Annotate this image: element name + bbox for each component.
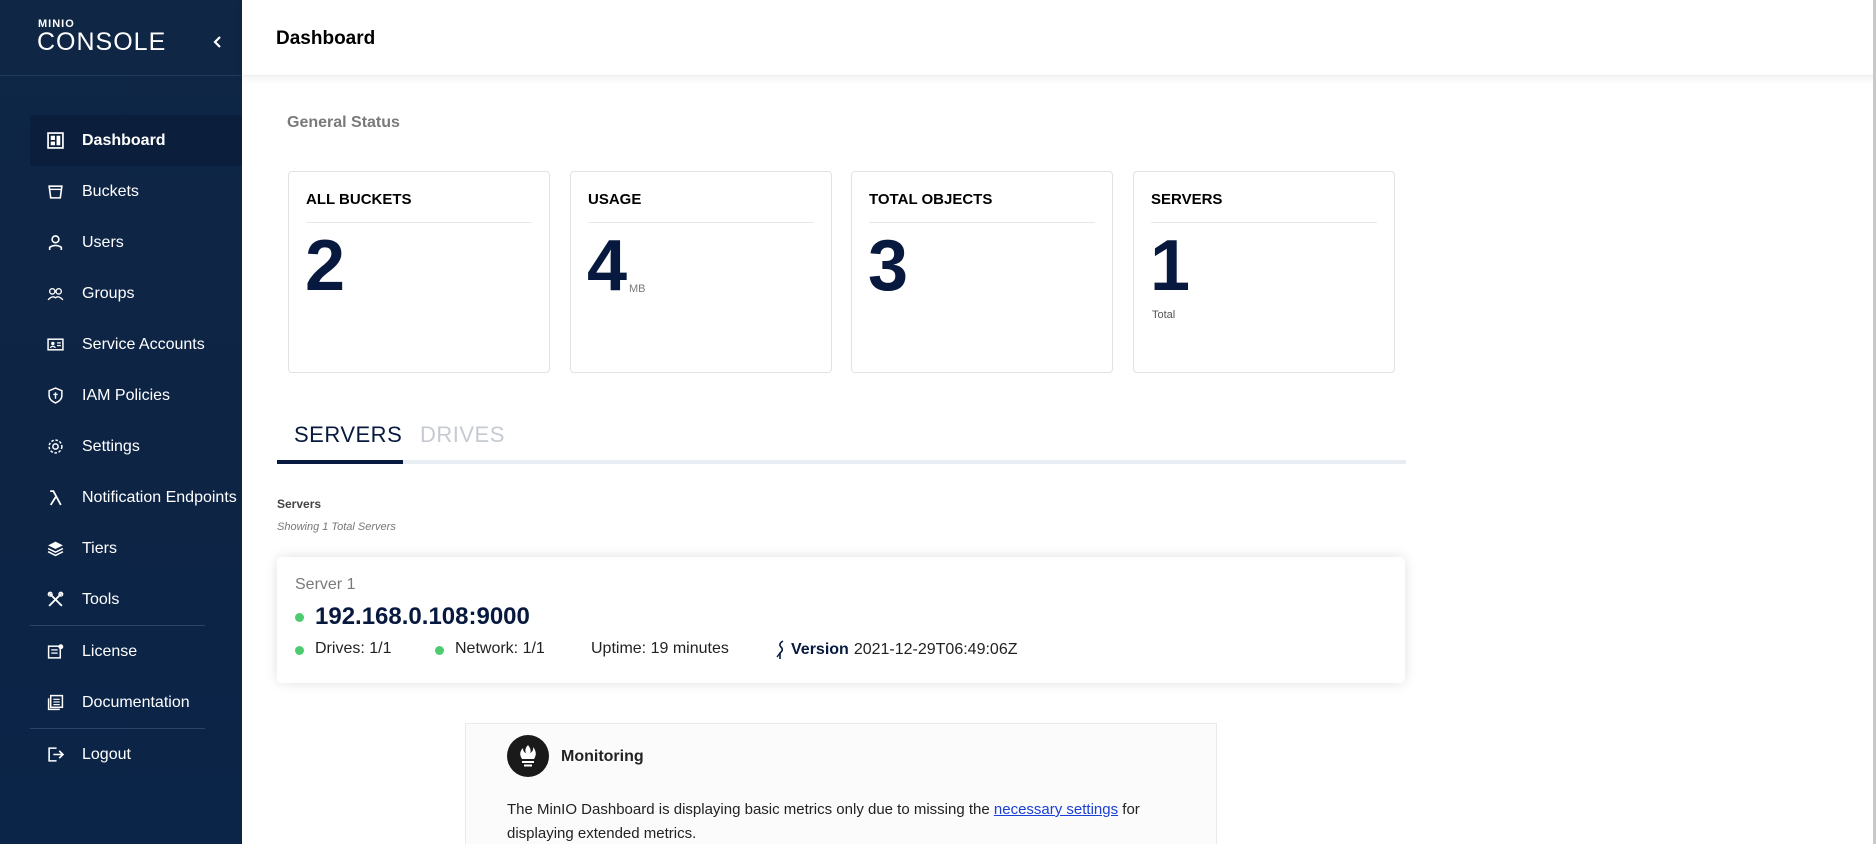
documentation-icon — [44, 692, 66, 714]
layers-icon — [44, 538, 66, 560]
lambda-icon — [44, 487, 66, 509]
sidebar-item-tiers[interactable]: Tiers — [30, 523, 242, 574]
sidebar-item-iam-policies[interactable]: IAM Policies — [30, 370, 242, 421]
sidebar-item-label: Dashboard — [82, 131, 166, 149]
logout-icon — [44, 744, 66, 766]
page-title: Dashboard — [276, 28, 376, 49]
monitoring-title: Monitoring — [561, 748, 644, 765]
sidebar-nav: Dashboard Buckets Users Groups Service A… — [30, 115, 242, 780]
version-label: Version — [791, 641, 849, 658]
id-card-icon — [44, 334, 66, 356]
stat-card-value: 1 — [1150, 226, 1191, 306]
stat-card-subtitle: Total — [1152, 309, 1176, 321]
monitoring-message: The MinIO Dashboard is displaying basic … — [507, 798, 1187, 844]
sidebar-item-label: License — [82, 642, 138, 660]
stat-card-value: 4 — [587, 226, 628, 306]
gear-icon — [44, 436, 66, 458]
server-card: Server 1 192.168.0.108:9000 Drives: 1/1 … — [277, 557, 1405, 683]
stat-card-title: ALL BUCKETS — [306, 191, 532, 223]
sidebar-item-buckets[interactable]: Buckets — [30, 166, 242, 217]
necessary-settings-link[interactable]: necessary settings — [994, 801, 1118, 818]
logo-console-text: CONSOLE — [37, 28, 167, 56]
sidebar-item-label: IAM Policies — [82, 386, 171, 404]
stat-card-value: 2 — [305, 226, 346, 306]
stat-card-value: 3 — [868, 226, 909, 306]
sidebar-item-label: Tools — [82, 590, 120, 608]
dashboard-icon — [44, 130, 66, 152]
version-icon — [776, 640, 784, 659]
groups-icon — [44, 283, 66, 305]
servers-label: Servers — [277, 497, 322, 511]
sidebar-item-groups[interactable]: Groups — [30, 268, 242, 319]
monitoring-notice: Monitoring The MinIO Dashboard is displa… — [465, 723, 1217, 844]
sidebar-item-label: Logout — [82, 745, 131, 763]
sidebar-item-label: Users — [82, 233, 124, 251]
sidebar-item-label: Service Accounts — [82, 335, 205, 353]
network-status-dot — [435, 646, 444, 655]
sidebar-item-documentation[interactable]: Documentation — [30, 677, 242, 728]
chevron-left-icon — [213, 36, 221, 48]
version-value: 2021-12-29T06:49:06Z — [853, 641, 1018, 658]
sidebar-item-label: Documentation — [82, 693, 190, 711]
sidebar-item-label: Tiers — [82, 539, 117, 557]
sidebar-item-logout[interactable]: Logout — [30, 729, 242, 780]
tab-drives[interactable]: DRIVES — [420, 422, 505, 448]
section-title: General Status — [287, 114, 400, 131]
monitoring-text-before: The MinIO Dashboard is displaying basic … — [507, 801, 994, 818]
sidebar-item-notification-endpoints[interactable]: Notification Endpoints — [30, 472, 242, 523]
bucket-icon — [44, 181, 66, 203]
tab-servers[interactable]: SERVERS — [294, 422, 402, 448]
active-tab-indicator — [277, 460, 403, 464]
sidebar-item-dashboard[interactable]: Dashboard — [30, 115, 242, 166]
stat-card-total-objects: TOTAL OBJECTS 3 — [851, 171, 1113, 373]
sidebar-item-tools[interactable]: Tools — [30, 574, 242, 625]
top-header: Dashboard — [242, 0, 1876, 76]
sidebar-item-service-accounts[interactable]: Service Accounts — [30, 319, 242, 370]
stat-card-usage: USAGE 4 MB — [570, 171, 832, 373]
license-icon — [44, 641, 66, 663]
sidebar-item-license[interactable]: License — [30, 626, 242, 677]
prometheus-icon — [507, 735, 549, 777]
server-drives: Drives: 1/1 — [315, 640, 392, 657]
server-network: Network: 1/1 — [455, 640, 545, 657]
server-version: Version 2021-12-29T06:49:06Z — [775, 640, 1017, 660]
sidebar-item-label: Settings — [82, 437, 140, 455]
logo-area: MINIO CONSOLE — [0, 0, 242, 76]
stat-card-title: SERVERS — [1151, 191, 1377, 223]
server-address: 192.168.0.108:9000 — [315, 603, 530, 630]
stat-card-unit: MB — [629, 283, 646, 295]
server-status-dot — [295, 613, 304, 622]
sidebar-item-label: Groups — [82, 284, 135, 302]
servers-count-text: Showing 1 Total Servers — [277, 521, 396, 533]
servers-drives-tabs: SERVERS DRIVES — [277, 416, 1406, 464]
sidebar: MINIO CONSOLE Dashboard Buckets Users Gr… — [0, 0, 242, 844]
sidebar-item-settings[interactable]: Settings — [30, 421, 242, 472]
stat-card-servers: SERVERS 1 Total — [1133, 171, 1395, 373]
sidebar-item-label: Buckets — [82, 182, 139, 200]
sidebar-item-users[interactable]: Users — [30, 217, 242, 268]
user-icon — [44, 232, 66, 254]
tools-icon — [44, 589, 66, 611]
stat-card-title: USAGE — [588, 191, 814, 223]
server-name: Server 1 — [295, 576, 356, 593]
collapse-sidebar-button[interactable] — [206, 30, 230, 54]
shield-icon — [44, 385, 66, 407]
server-uptime: Uptime: 19 minutes — [591, 640, 729, 657]
stat-card-all-buckets: ALL BUCKETS 2 — [288, 171, 550, 373]
sidebar-item-label: Notification Endpoints — [82, 488, 237, 506]
stat-card-title: TOTAL OBJECTS — [869, 191, 1095, 223]
drives-status-dot — [295, 646, 304, 655]
